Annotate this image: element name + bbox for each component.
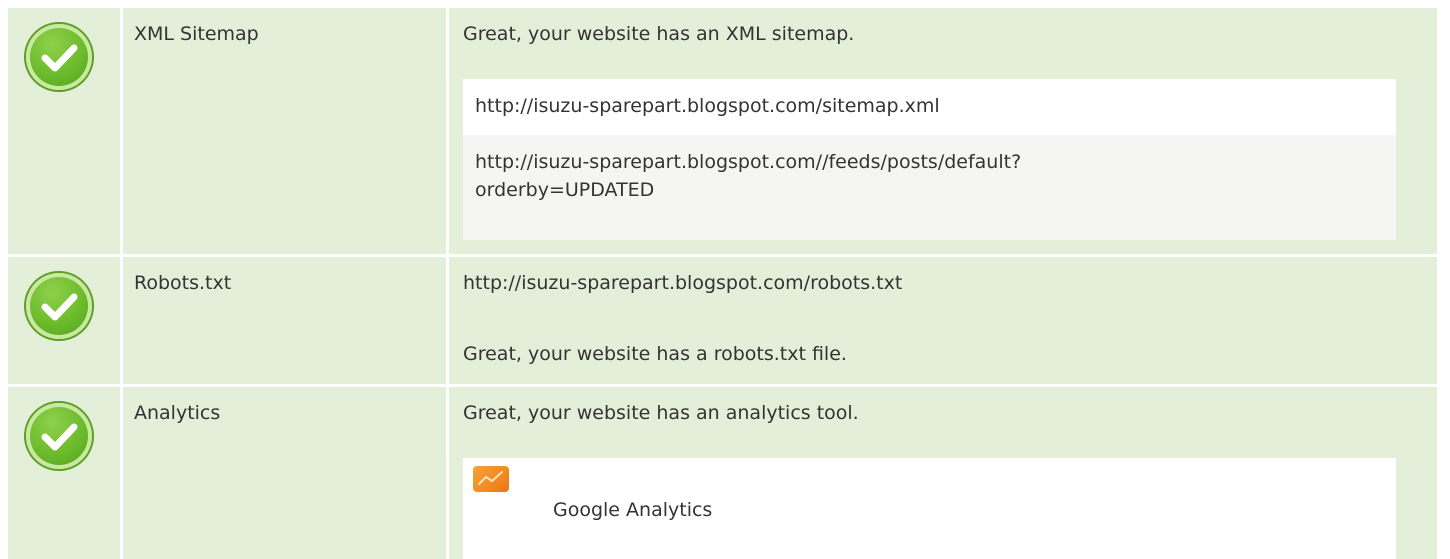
robots-txt-row: Robots.txt http://isuzu-sparepart.blogsp…	[0, 257, 1450, 384]
robots-url: http://isuzu-sparepart.blogspot.com/robo…	[463, 272, 903, 294]
check-circle-icon	[26, 273, 92, 339]
status-cell	[8, 257, 120, 384]
analytics-row: Analytics Great, your website has an ana…	[0, 387, 1450, 559]
check-result-cell: http://isuzu-sparepart.blogspot.com/robo…	[449, 257, 1437, 384]
status-cell	[8, 387, 120, 559]
status-cell	[8, 8, 120, 254]
check-name-cell: Analytics	[123, 387, 446, 559]
sitemap-url: http://isuzu-sparepart.blogspot.com/site…	[475, 95, 940, 117]
check-name-cell: XML Sitemap	[123, 8, 446, 254]
check-result-cell: Great, your website has an XML sitemap. …	[449, 8, 1437, 254]
check-result-cell: Great, your website has an analytics too…	[449, 387, 1437, 559]
sitemap-url-item: http://isuzu-sparepart.blogspot.com//fee…	[463, 135, 1396, 240]
check-circle-icon	[26, 24, 92, 90]
xml-sitemap-row: XML Sitemap Great, your website has an X…	[0, 8, 1450, 254]
check-name: Analytics	[134, 402, 221, 424]
check-circle-icon	[26, 403, 92, 469]
check-name: Robots.txt	[134, 272, 232, 294]
check-name-cell: Robots.txt	[123, 257, 446, 384]
result-message: Great, your website has a robots.txt fil…	[463, 343, 847, 365]
result-message: Great, your website has an analytics too…	[463, 402, 859, 424]
sitemap-url-item: http://isuzu-sparepart.blogspot.com/site…	[463, 79, 1396, 135]
analytics-tool-item: Google Analytics	[463, 458, 1396, 559]
check-name: XML Sitemap	[134, 23, 259, 45]
google-analytics-icon	[473, 466, 509, 492]
sitemap-url: http://isuzu-sparepart.blogspot.com//fee…	[475, 151, 1022, 201]
result-message: Great, your website has an XML sitemap.	[463, 23, 855, 45]
analytics-tool-name: Google Analytics	[553, 499, 713, 521]
